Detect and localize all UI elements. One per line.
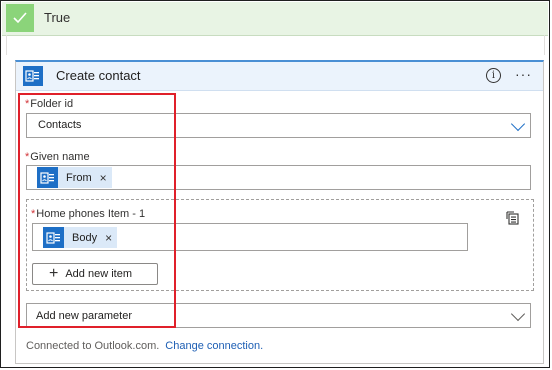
chevron-down-icon (510, 306, 526, 322)
folder-id-dropdown[interactable]: Contacts (26, 113, 531, 138)
outlook-contacts-icon (43, 227, 64, 248)
condition-true-header[interactable]: True (2, 2, 548, 36)
from-token[interactable]: From × (37, 167, 112, 188)
connected-text: Connected to Outlook.com. (26, 340, 160, 352)
info-icon[interactable]: i (486, 68, 501, 83)
add-new-parameter-dropdown[interactable]: Add new parameter (26, 303, 531, 328)
token-label: From (66, 171, 92, 184)
plus-icon: + (49, 265, 59, 282)
create-contact-card: Create contact i ··· *Folder id Contacts… (15, 60, 544, 364)
folder-id-value: Contacts (38, 119, 82, 131)
branch-connector-right (544, 35, 545, 55)
add-new-item-label: Add new item (65, 268, 132, 280)
add-new-parameter-label: Add new parameter (36, 310, 132, 322)
required-marker: * (25, 151, 30, 163)
branch-connector-left (6, 35, 7, 55)
remove-token-icon[interactable]: × (100, 171, 112, 185)
home-phones-item-field[interactable]: Body × (32, 223, 468, 251)
required-marker: * (31, 208, 36, 220)
folder-id-label: *Folder id (25, 98, 73, 110)
folder-id-label-text: Folder id (30, 98, 74, 110)
given-name-label-text: Given name (30, 151, 90, 163)
required-marker: * (25, 98, 30, 110)
body-token[interactable]: Body × (43, 227, 118, 248)
chevron-down-icon (510, 116, 526, 132)
remove-token-icon[interactable]: × (105, 231, 117, 245)
add-new-item-button[interactable]: + Add new item (32, 263, 158, 285)
given-name-label: *Given name (25, 151, 90, 163)
outlook-contacts-icon (23, 66, 43, 86)
token-label: Body (72, 231, 98, 244)
card-header[interactable]: Create contact i ··· (16, 62, 543, 91)
condition-label: True (44, 10, 71, 25)
given-name-field[interactable]: From × (26, 165, 531, 190)
checkmark-icon (6, 4, 34, 32)
change-connection-link[interactable]: Change connection. (165, 340, 263, 352)
switch-to-array-input-icon[interactable] (505, 210, 521, 226)
card-title: Create contact (56, 68, 141, 83)
connection-footer: Connected to Outlook.com. Change connecti… (26, 340, 263, 352)
home-phones-label-text: Home phones Item - 1 (36, 208, 146, 220)
home-phones-label: *Home phones Item - 1 (31, 208, 145, 220)
outlook-contacts-icon (37, 167, 58, 188)
more-options-button[interactable]: ··· (515, 66, 532, 82)
